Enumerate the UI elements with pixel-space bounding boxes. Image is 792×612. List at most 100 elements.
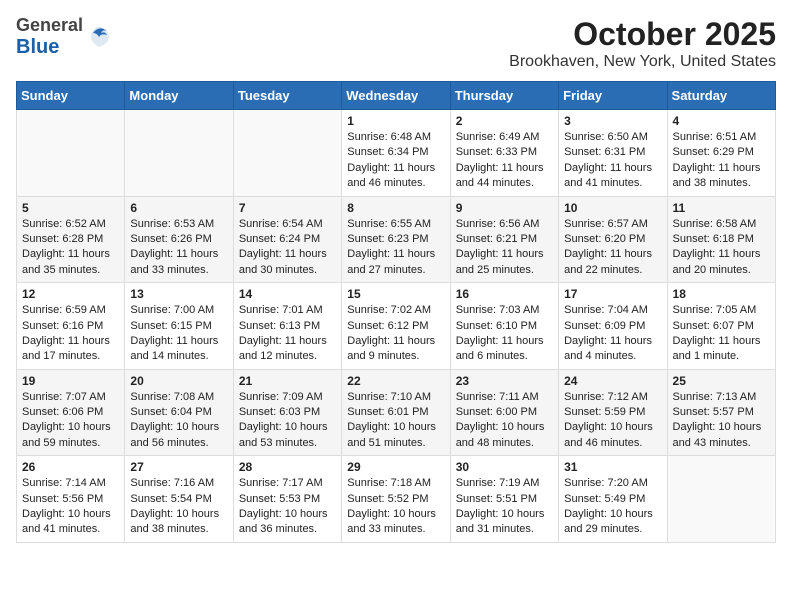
day-number: 21 [239, 374, 336, 388]
day-info: Sunrise: 7:13 AM [673, 390, 770, 405]
day-info: Daylight: 10 hours and 33 minutes. [347, 507, 444, 538]
day-info: Sunrise: 6:58 AM [673, 217, 770, 232]
day-info: Sunset: 5:54 PM [130, 492, 227, 507]
day-number: 8 [347, 201, 444, 215]
day-number: 15 [347, 287, 444, 301]
day-info: Daylight: 11 hours and 44 minutes. [456, 161, 553, 192]
day-info: Sunrise: 7:05 AM [673, 303, 770, 318]
day-info: Sunrise: 6:59 AM [22, 303, 119, 318]
day-info: Sunrise: 6:55 AM [347, 217, 444, 232]
day-info: Sunrise: 7:20 AM [564, 476, 661, 491]
day-info: Sunset: 5:56 PM [22, 492, 119, 507]
day-info: Sunset: 6:01 PM [347, 405, 444, 420]
day-number: 10 [564, 201, 661, 215]
logo-bird-icon [85, 23, 113, 51]
day-info: Daylight: 11 hours and 6 minutes. [456, 334, 553, 365]
day-number: 4 [673, 114, 770, 128]
day-number: 16 [456, 287, 553, 301]
calendar-cell: 23Sunrise: 7:11 AMSunset: 6:00 PMDayligh… [450, 369, 558, 456]
day-number: 17 [564, 287, 661, 301]
day-info: Sunrise: 6:49 AM [456, 130, 553, 145]
day-info: Sunrise: 7:17 AM [239, 476, 336, 491]
day-info: Sunset: 6:16 PM [22, 319, 119, 334]
calendar-cell [667, 456, 775, 543]
calendar-cell: 10Sunrise: 6:57 AMSunset: 6:20 PMDayligh… [559, 196, 667, 283]
day-number: 29 [347, 460, 444, 474]
calendar-cell: 6Sunrise: 6:53 AMSunset: 6:26 PMDaylight… [125, 196, 233, 283]
day-number: 28 [239, 460, 336, 474]
day-number: 14 [239, 287, 336, 301]
day-info: Sunset: 6:18 PM [673, 232, 770, 247]
page-title: October 2025 [509, 16, 776, 53]
day-info: Sunset: 6:33 PM [456, 145, 553, 160]
calendar-cell: 11Sunrise: 6:58 AMSunset: 6:18 PMDayligh… [667, 196, 775, 283]
day-info: Sunset: 6:06 PM [22, 405, 119, 420]
day-info: Daylight: 11 hours and 38 minutes. [673, 161, 770, 192]
day-number: 11 [673, 201, 770, 215]
day-info: Daylight: 10 hours and 46 minutes. [564, 420, 661, 451]
calendar-cell: 20Sunrise: 7:08 AMSunset: 6:04 PMDayligh… [125, 369, 233, 456]
day-number: 25 [673, 374, 770, 388]
day-info: Sunrise: 7:07 AM [22, 390, 119, 405]
day-header-wednesday: Wednesday [342, 82, 450, 110]
day-info: Sunset: 6:23 PM [347, 232, 444, 247]
page-subtitle: Brookhaven, New York, United States [509, 53, 776, 71]
day-number: 24 [564, 374, 661, 388]
day-info: Daylight: 10 hours and 29 minutes. [564, 507, 661, 538]
logo-general-text: General [16, 15, 83, 35]
day-info: Sunrise: 7:11 AM [456, 390, 553, 405]
calendar-cell [125, 110, 233, 197]
day-info: Daylight: 10 hours and 51 minutes. [347, 420, 444, 451]
calendar-cell: 13Sunrise: 7:00 AMSunset: 6:15 PMDayligh… [125, 283, 233, 370]
day-header-saturday: Saturday [667, 82, 775, 110]
calendar-cell [233, 110, 341, 197]
day-info: Sunrise: 7:03 AM [456, 303, 553, 318]
calendar-cell: 31Sunrise: 7:20 AMSunset: 5:49 PMDayligh… [559, 456, 667, 543]
title-block: October 2025 Brookhaven, New York, Unite… [509, 16, 776, 71]
day-info: Sunrise: 7:16 AM [130, 476, 227, 491]
day-number: 12 [22, 287, 119, 301]
calendar-cell: 12Sunrise: 6:59 AMSunset: 6:16 PMDayligh… [17, 283, 125, 370]
calendar-cell: 27Sunrise: 7:16 AMSunset: 5:54 PMDayligh… [125, 456, 233, 543]
day-info: Daylight: 10 hours and 43 minutes. [673, 420, 770, 451]
day-info: Sunrise: 6:51 AM [673, 130, 770, 145]
day-number: 27 [130, 460, 227, 474]
day-info: Sunrise: 7:12 AM [564, 390, 661, 405]
logo-blue-text: Blue [16, 36, 59, 58]
calendar-cell: 19 Sunrise: 7:07 AMSunset: 6:06 PMDayligh… [17, 369, 125, 456]
calendar-cell: 22Sunrise: 7:10 AMSunset: 6:01 PMDayligh… [342, 369, 450, 456]
day-number: 3 [564, 114, 661, 128]
day-info: Sunrise: 7:18 AM [347, 476, 444, 491]
day-header-friday: Friday [559, 82, 667, 110]
day-number: 7 [239, 201, 336, 215]
day-info: Sunrise: 6:53 AM [130, 217, 227, 232]
day-number: 19 [22, 374, 119, 388]
day-info: Daylight: 10 hours and 59 minutes. [22, 420, 119, 451]
day-info: Sunset: 6:13 PM [239, 319, 336, 334]
calendar-week-5: 26Sunrise: 7:14 AMSunset: 5:56 PMDayligh… [17, 456, 776, 543]
calendar-week-4: 19Sunrise: 7:07 AMSunset: 6:06 PMDayligh… [17, 369, 776, 456]
calendar-cell: 1Sunrise: 6:48 AMSunset: 6:34 PMDaylight… [342, 110, 450, 197]
day-info: Sunset: 6:24 PM [239, 232, 336, 247]
day-info: Daylight: 10 hours and 48 minutes. [456, 420, 553, 451]
day-info: Daylight: 10 hours and 56 minutes. [130, 420, 227, 451]
calendar-cell: 5Sunrise: 6:52 AMSunset: 6:28 PMDaylight… [17, 196, 125, 283]
day-number: 1 [347, 114, 444, 128]
day-info: Sunset: 6:03 PM [239, 405, 336, 420]
day-info: Daylight: 11 hours and 35 minutes. [22, 247, 119, 278]
calendar-table: SundayMondayTuesdayWednesdayThursdayFrid… [16, 81, 776, 543]
day-number: 26 [22, 460, 119, 474]
day-info: Sunset: 6:31 PM [564, 145, 661, 160]
day-info: Sunset: 6:04 PM [130, 405, 227, 420]
calendar-cell: 3 Sunrise: 6:50 AMSunset: 6:31 PMDaylight… [559, 110, 667, 197]
day-info: Sunrise: 6:50 AM [564, 130, 661, 145]
calendar-cell: 16Sunrise: 7:03 AMSunset: 6:10 PMDayligh… [450, 283, 558, 370]
day-info: Daylight: 11 hours and 9 minutes. [347, 334, 444, 365]
day-info: Daylight: 11 hours and 27 minutes. [347, 247, 444, 278]
calendar-cell: 24Sunrise: 7:12 AMSunset: 5:59 PMDayligh… [559, 369, 667, 456]
day-info: Sunset: 6:26 PM [130, 232, 227, 247]
day-number: 6 [130, 201, 227, 215]
calendar-week-1: 1Sunrise: 6:48 AMSunset: 6:34 PMDaylight… [17, 110, 776, 197]
day-info: Daylight: 11 hours and 41 minutes. [564, 161, 661, 192]
day-info: Sunrise: 6:57 AM [564, 217, 661, 232]
